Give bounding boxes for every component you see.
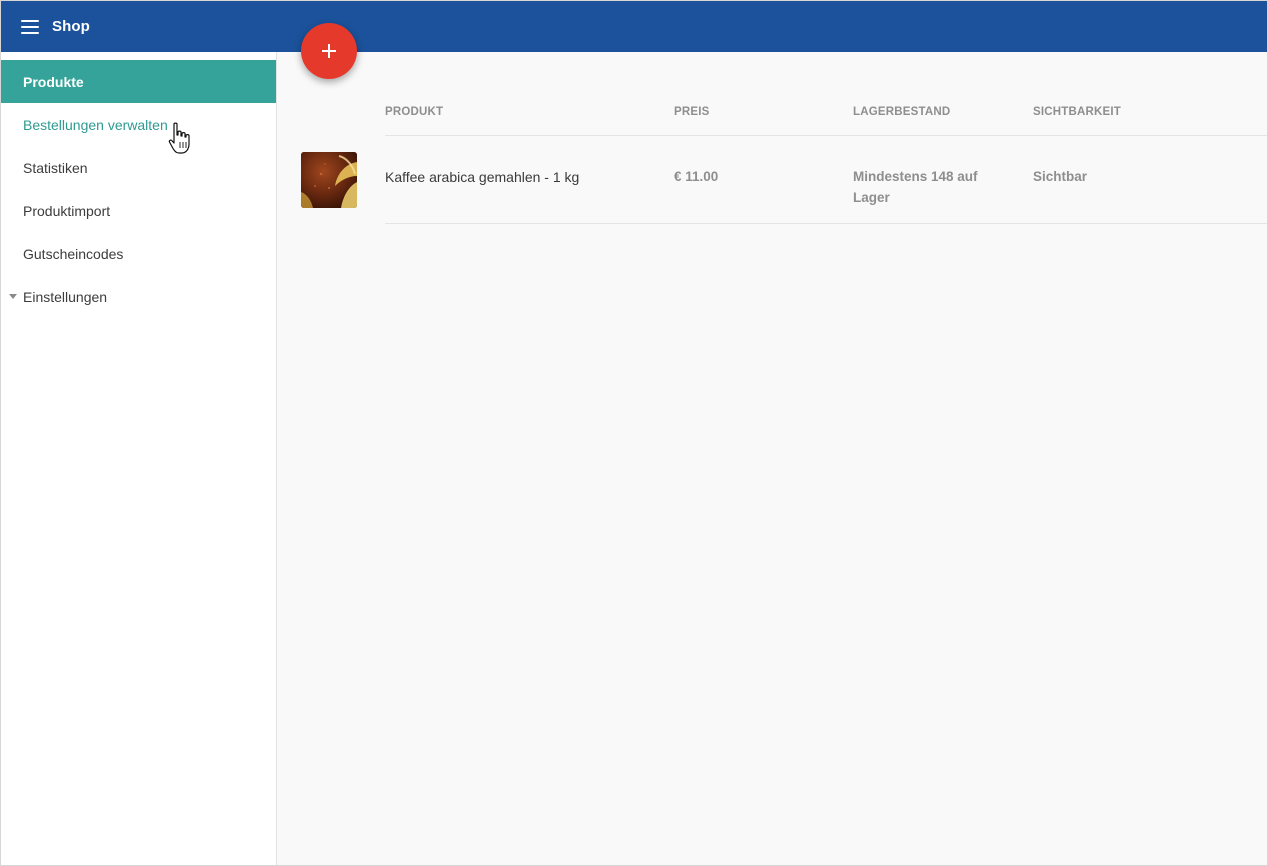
sidebar-item-label: Gutscheincodes [23, 245, 124, 262]
hand-pointer-cursor-icon [168, 122, 190, 154]
coffee-grounds-image [301, 152, 357, 208]
top-app-bar: Shop [1, 1, 1267, 52]
sidebar-item-gutscheincodes[interactable]: Gutscheincodes [1, 232, 276, 275]
sidebar-item-label: Statistiken [23, 159, 88, 176]
coffee-product-image[interactable] [301, 152, 357, 208]
sidebar-item-label: Einstellungen [23, 288, 108, 305]
column-header-preis[interactable]: PREIS [674, 106, 710, 118]
sidebar-item-produkte[interactable]: Produkte [1, 60, 276, 103]
sidebar: Produkte Bestellungen verwalten Statisti… [1, 52, 277, 865]
table-row[interactable]: Kaffee arabica gemahlen - 1 kg € 11.00 M… [385, 136, 1267, 224]
product-visibility: Sichtbar [1033, 169, 1088, 184]
sidebar-item-label: Produktimport [23, 202, 111, 219]
caret-down-icon[interactable] [9, 294, 17, 299]
hamburger-menu-icon[interactable] [21, 19, 39, 34]
sidebar-item-statistiken[interactable]: Statistiken [1, 146, 276, 189]
sidebar-item-produktimport[interactable]: Produktimport [1, 189, 276, 232]
sidebar-item-einstellungen[interactable]: Einstellungen [1, 275, 276, 318]
table-header: PRODUKT PREIS LAGERBESTAND SICHTBARKEIT [385, 104, 1267, 136]
product-name: Kaffee arabica gemahlen - 1 kg [385, 169, 580, 185]
column-header-sichtbarkeit[interactable]: SICHTBARKEIT [1033, 106, 1121, 118]
sidebar-item-label: Bestellungen verwalten [23, 116, 168, 133]
column-header-lagerbestand[interactable]: LAGERBESTAND [853, 106, 950, 118]
sidebar-item-bestellungen-verwalten[interactable]: Bestellungen verwalten [1, 103, 276, 146]
app-title: Shop [52, 18, 90, 35]
product-price: € 11.00 [674, 169, 719, 184]
add-product-button[interactable] [301, 23, 357, 79]
product-stock: Mindestens 148 auf Lager [853, 169, 978, 205]
sidebar-item-label: Produkte [23, 73, 84, 90]
column-header-produkt[interactable]: PRODUKT [385, 106, 443, 118]
